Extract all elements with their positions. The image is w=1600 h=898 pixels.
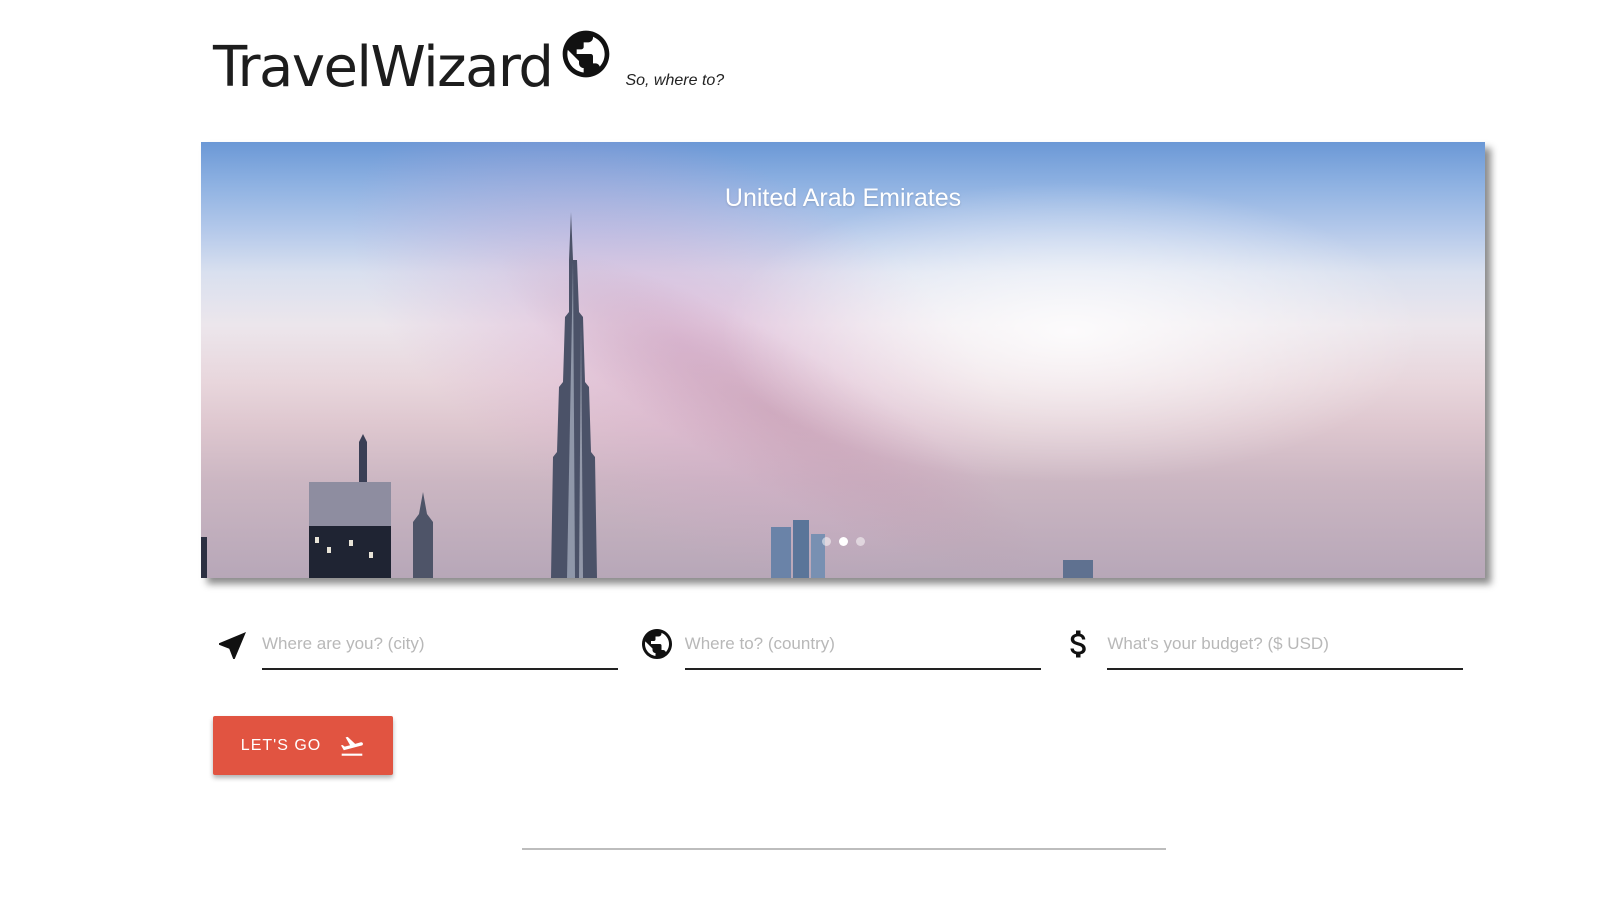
- carousel-indicators: [201, 537, 1485, 546]
- budget-field-group: [1057, 620, 1480, 670]
- origin-field-group: [212, 620, 635, 670]
- budget-input[interactable]: [1107, 624, 1464, 664]
- lets-go-button[interactable]: LET'S GO: [213, 716, 393, 775]
- globe-icon: [641, 629, 672, 659]
- destination-field-group: [635, 620, 1058, 670]
- section-divider: [522, 848, 1166, 850]
- navigation-arrow-icon: [219, 632, 246, 659]
- tagline: So, where to?: [625, 72, 725, 89]
- destination-input-underline: [684, 620, 1041, 670]
- search-form: [212, 620, 1480, 670]
- carousel-dot[interactable]: [821, 537, 831, 546]
- slide-caption: United Arab Emirates: [724, 184, 962, 212]
- lets-go-label: LET'S GO: [240, 736, 322, 754]
- budget-input-underline: [1107, 620, 1464, 670]
- destination-carousel[interactable]: United Arab Emirates: [201, 142, 1485, 578]
- origin-city-input[interactable]: [262, 624, 618, 664]
- origin-input-underline: [262, 620, 618, 670]
- flight-takeoff-icon: [341, 736, 364, 756]
- header: TravelWizard So, where to?: [213, 22, 724, 102]
- carousel-dot[interactable]: [855, 537, 865, 546]
- brand-title: TravelWizard: [213, 35, 554, 100]
- page: TravelWizard So, where to? United Arab E…: [0, 0, 1600, 898]
- carousel-dot-active[interactable]: [838, 537, 848, 546]
- globe-icon: [563, 30, 610, 78]
- destination-country-input[interactable]: [684, 624, 1041, 664]
- dollar-icon: [1070, 630, 1087, 658]
